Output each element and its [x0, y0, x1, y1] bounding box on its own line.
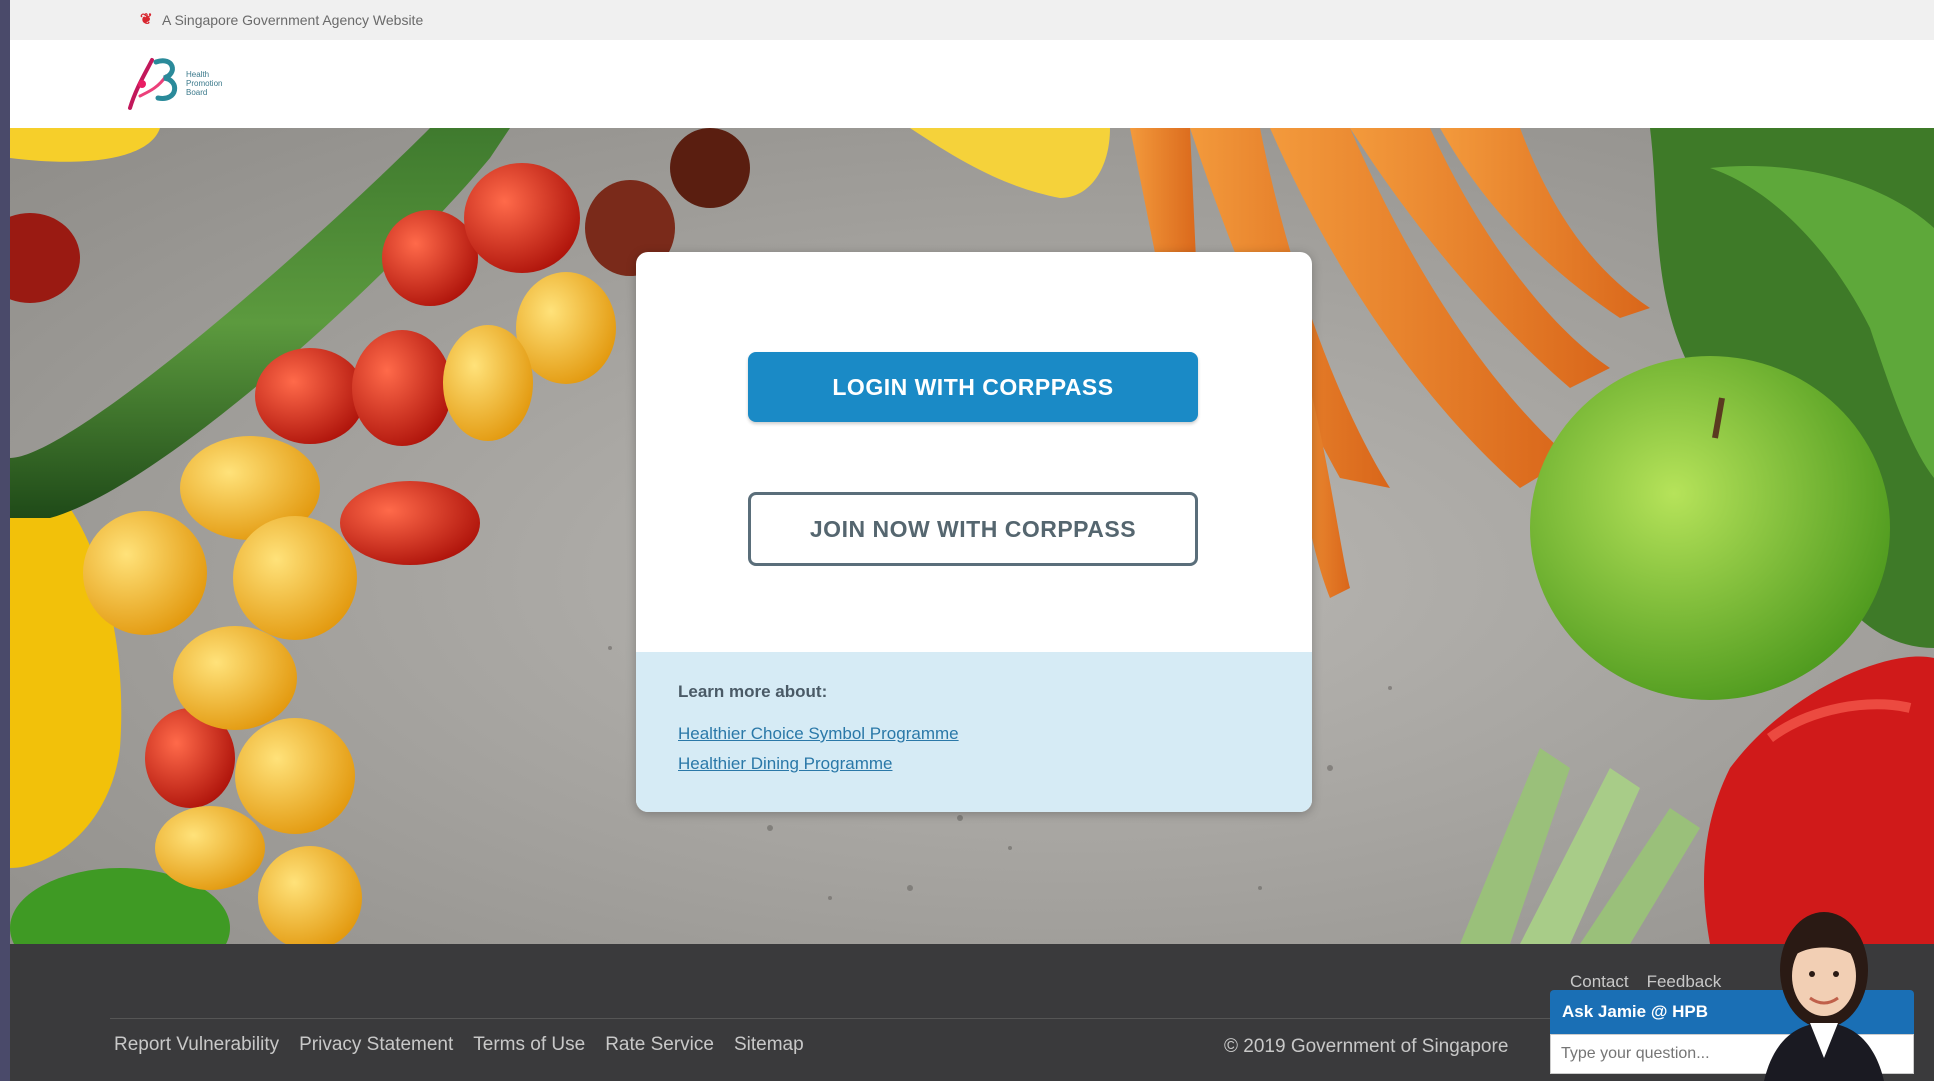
join-now-with-corppass-button[interactable]: JOIN NOW WITH CORPPASS — [748, 492, 1198, 566]
footer-top-links: Contact Feedback — [1570, 972, 1721, 992]
footer-divider — [110, 1018, 1584, 1019]
healthier-choice-symbol-link[interactable]: Healthier Choice Symbol Programme — [678, 724, 1312, 744]
footer-link-privacy-statement[interactable]: Privacy Statement — [299, 1034, 453, 1056]
healthier-dining-link[interactable]: Healthier Dining Programme — [678, 754, 1312, 774]
masthead-text: A Singapore Government Agency Website — [162, 12, 424, 28]
hpb-logo-text: Health Promotion Board — [186, 70, 223, 97]
hero-background: LOGIN WITH CORPPASS JOIN NOW WITH CORPPA… — [10, 128, 1934, 944]
login-card: LOGIN WITH CORPPASS JOIN NOW WITH CORPPA… — [636, 252, 1312, 812]
hpb-logo[interactable]: Health Promotion Board — [122, 48, 262, 120]
site-header: Health Promotion Board — [10, 40, 1934, 128]
learn-more-panel: Learn more about: Healthier Choice Symbo… — [636, 652, 1312, 812]
footer-link-contact[interactable]: Contact — [1570, 972, 1629, 992]
ask-jamie-avatar[interactable] — [1754, 898, 1894, 1081]
login-with-corppass-button[interactable]: LOGIN WITH CORPPASS — [748, 352, 1198, 422]
footer-links: Report Vulnerability Privacy Statement T… — [114, 1034, 824, 1056]
footer-link-sitemap[interactable]: Sitemap — [734, 1034, 804, 1056]
footer-link-feedback[interactable]: Feedback — [1647, 972, 1722, 992]
footer-copyright: © 2019 Government of Singapore — [1224, 1036, 1509, 1057]
learn-more-title: Learn more about: — [678, 682, 828, 701]
gov-masthead: ❦ A Singapore Government Agency Website — [10, 0, 1934, 40]
hpb-logo-icon — [128, 58, 177, 110]
footer-link-rate-service[interactable]: Rate Service — [605, 1034, 714, 1056]
browser-viewport: ❦ A Singapore Government Agency Website … — [10, 0, 1934, 1081]
footer-link-report-vulnerability[interactable]: Report Vulnerability — [114, 1034, 279, 1056]
footer-link-terms-of-use[interactable]: Terms of Use — [473, 1034, 585, 1056]
lion-head-icon: ❦ — [140, 11, 153, 28]
